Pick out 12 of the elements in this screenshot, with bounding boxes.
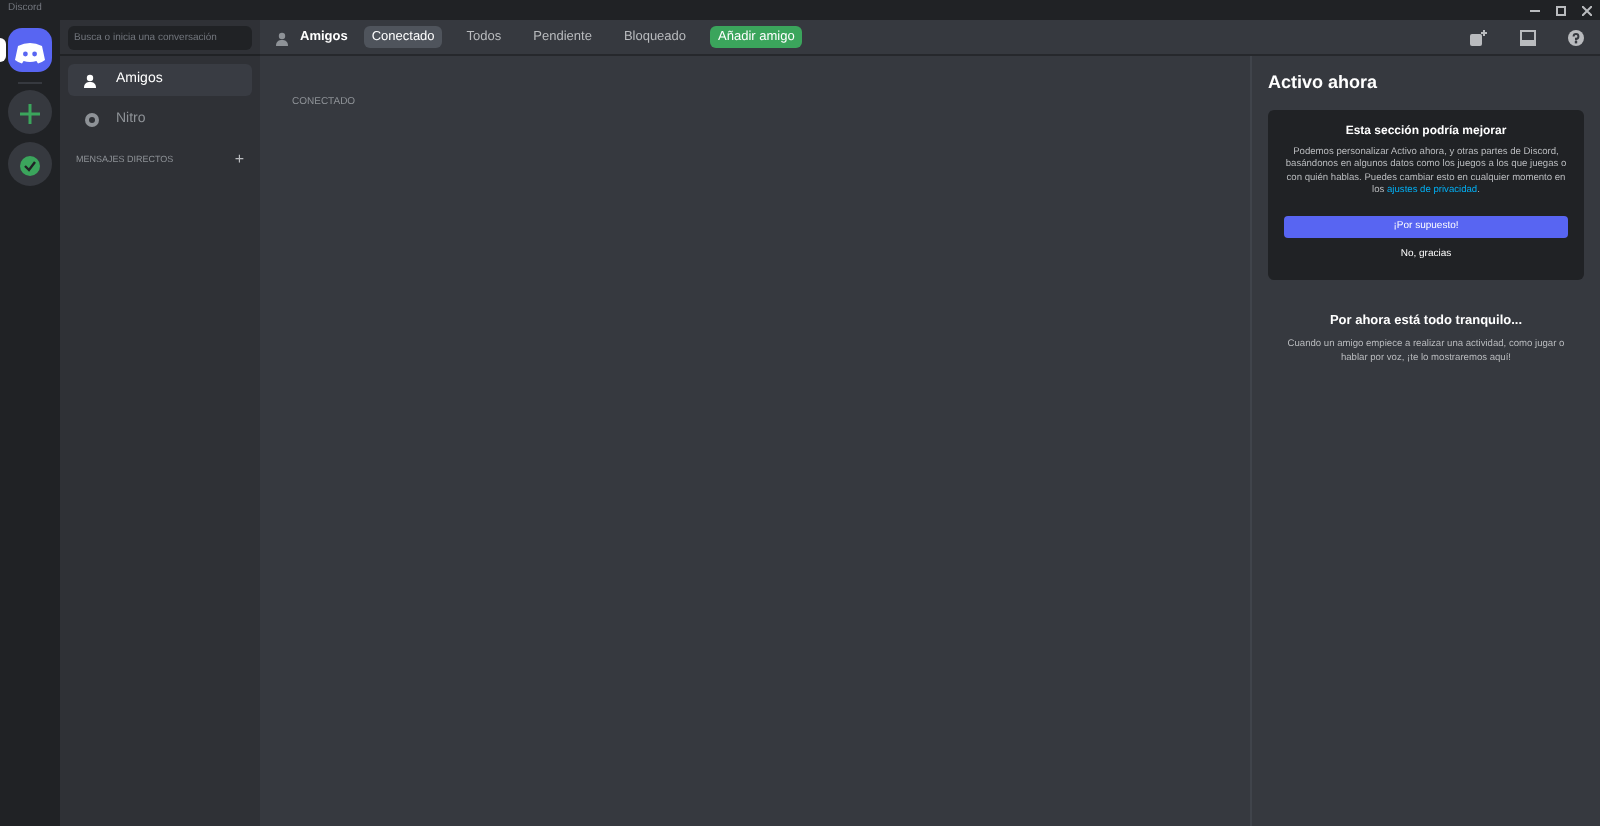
close-icon[interactable] [1582, 5, 1592, 15]
inbox-icon[interactable] [1520, 29, 1536, 45]
explore-button[interactable] [8, 142, 52, 186]
help-icon[interactable] [1568, 29, 1584, 45]
add-server-button[interactable] [8, 90, 52, 134]
add-dm-button[interactable]: + [234, 152, 244, 168]
minimize-icon[interactable] [1530, 9, 1540, 11]
maximize-icon[interactable] [1556, 5, 1566, 15]
panel-title: Activo ahora [1268, 72, 1380, 94]
new-group-icon[interactable] [1470, 29, 1488, 45]
selection-pill [0, 38, 6, 62]
home-button[interactable] [8, 28, 52, 72]
